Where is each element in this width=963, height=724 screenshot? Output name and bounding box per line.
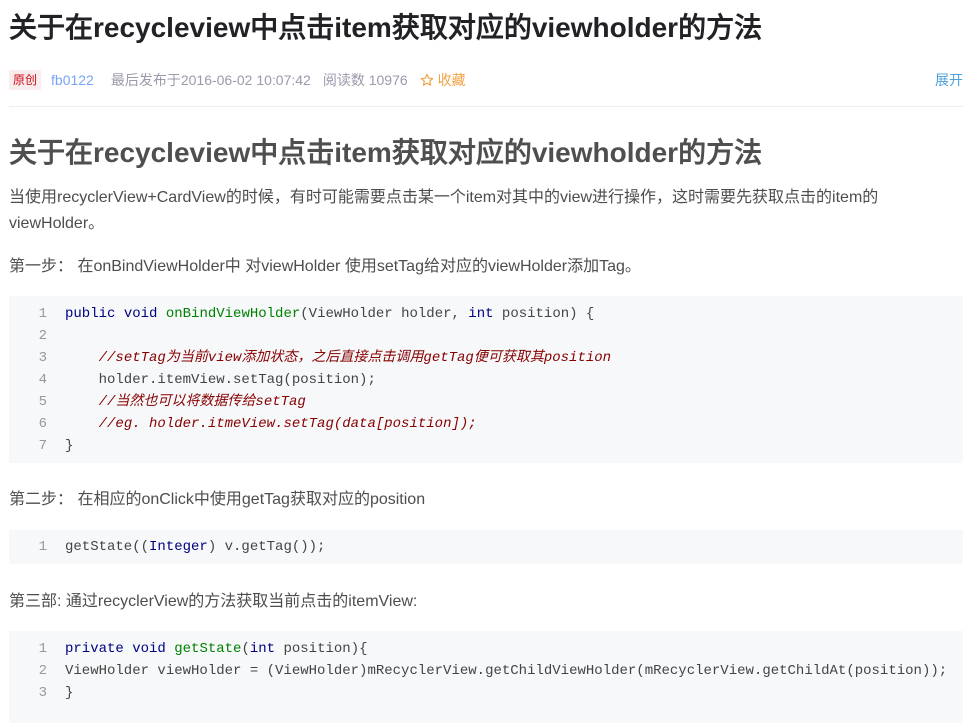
code-plain: ) v.getTag()); (207, 539, 326, 555)
code-comment: //eg. holder.itmeView.setTag(data[positi… (98, 416, 477, 432)
code-line: 5 //当然也可以将数据传给setTag (9, 391, 963, 413)
expand-button[interactable]: 展开 (935, 68, 963, 92)
code-plain: (ViewHolder holder, (300, 306, 469, 322)
publish-info: 最后发布于2016-06-02 10:07:42 (111, 68, 311, 92)
code-plain (124, 641, 132, 657)
code-line: 4 holder.itemView.setTag(position); (9, 369, 963, 391)
line-number: 4 (38, 372, 47, 388)
line-number: 2 (38, 328, 47, 344)
code-line: 2 (9, 325, 963, 347)
code-text: } (47, 682, 73, 704)
line-number: 1 (38, 641, 47, 657)
article-content: 关于在recycleview中点击item获取对应的viewholder的方法 … (9, 134, 963, 723)
code-plain: } (65, 685, 74, 701)
code-plain (65, 416, 99, 432)
code-text: public void onBindViewHolder(ViewHolder … (47, 303, 594, 325)
code-line: 3 //setTag为当前view添加状态，之后直接点击调用getTag便可获取… (9, 347, 963, 369)
code-line: 7} (9, 435, 963, 457)
code-block-1: 1 public void onBindViewHolder(ViewHolder… (9, 296, 963, 463)
publish-time: 2016-06-02 10:07:42 (180, 72, 311, 88)
line-number: 1 (38, 539, 47, 555)
code-function-name: onBindViewHolder (165, 306, 301, 322)
step-one-text: 第一步： 在onBindViewHolder中 对viewHolder 使用se… (9, 258, 641, 275)
code-keyword: void (132, 641, 166, 657)
code-plain: ( (241, 641, 250, 657)
code-line: 1 getState((Integer) v.getTag()); (9, 536, 963, 558)
step-three-text: 第三部: 通过recyclerView的方法获取当前点击的itemView: (9, 593, 418, 610)
publish-label: 最后发布于 (110, 72, 181, 88)
line-number: 5 (38, 394, 47, 410)
code-text: ViewHolder viewHolder = (ViewHolder)mRec… (47, 660, 947, 682)
code-plain: position){ (275, 641, 368, 657)
line-number: 3 (38, 685, 47, 701)
code-comment: //当然也可以将数据传给setTag (98, 394, 306, 410)
line-number: 3 (38, 350, 47, 366)
code-plain: holder.itemView.setTag(position); (65, 372, 376, 388)
read-count-value: 10976 (368, 72, 408, 88)
code-plain: position) { (493, 306, 595, 322)
line-number: 7 (38, 438, 47, 454)
code-plain: getState(( (65, 539, 150, 555)
code-line: 6 //eg. holder.itmeView.setTag(data[posi… (9, 413, 963, 435)
code-plain: ViewHolder viewHolder = (ViewHolder)mRec… (65, 663, 948, 679)
code-plain: } (65, 438, 74, 454)
code-function-name: getState (174, 641, 242, 657)
code-plain (115, 306, 123, 322)
collect-label: 收藏 (437, 72, 466, 88)
line-number: 2 (38, 663, 47, 679)
star-outline-icon (420, 73, 434, 87)
code-text: //eg. holder.itmeView.setTag(data[positi… (47, 413, 477, 435)
code-block-2: 1 getState((Integer) v.getTag()); (9, 530, 963, 564)
original-badge: 原创 (9, 70, 42, 90)
code-text: } (47, 435, 73, 457)
step-two-text: 第二步： 在相应的onClick中使用getTag获取对应的position (9, 491, 426, 508)
code-text: holder.itemView.setTag(position); (47, 369, 376, 391)
code-keyword: public (65, 306, 116, 322)
code-comment: //setTag为当前view添加状态，之后直接点击调用getTag便可获取其p… (98, 350, 612, 366)
code-plain (157, 306, 165, 322)
code-text: getState((Integer) v.getTag()); (47, 536, 325, 558)
code-plain (166, 641, 174, 657)
code-plain (65, 350, 99, 366)
code-line: 3} (9, 682, 963, 704)
article-title: 关于在recycleview中点击item获取对应的viewholder的方法 (9, 12, 763, 43)
code-plain (65, 394, 99, 410)
read-count-label: 阅读数 (322, 72, 365, 88)
article-meta-bar: 原创 fb0122 最后发布于2016-06-02 10:07:42 阅读数 1… (9, 68, 963, 107)
content-heading: 关于在recycleview中点击item获取对应的viewholder的方法 (9, 137, 763, 168)
code-text: //当然也可以将数据传给setTag (47, 391, 306, 413)
code-text: private void getState(int position){ (47, 638, 368, 660)
code-text: //setTag为当前view添加状态，之后直接点击调用getTag便可获取其p… (47, 347, 611, 369)
code-keyword: int (468, 306, 494, 322)
author-link[interactable]: fb0122 (51, 68, 94, 92)
code-keyword: Integer (149, 539, 208, 555)
read-count: 阅读数 10976 (323, 68, 408, 92)
code-keyword: void (123, 306, 158, 322)
line-number: 6 (38, 416, 47, 432)
collect-button[interactable]: 收藏 (420, 68, 466, 92)
code-keyword: int (249, 641, 276, 657)
code-block-3: 1 private void getState(int position){2 Vi… (9, 631, 963, 723)
code-line: 1 public void onBindViewHolder(ViewHolder… (9, 303, 963, 325)
code-line: 1 private void getState(int position){ (9, 638, 963, 660)
article-page: 关于在recycleview中点击item获取对应的viewholder的方法 … (0, 0, 963, 724)
code-keyword: private (65, 641, 124, 657)
intro-paragraph: 当使用recyclerView+CardView的时候，有时可能需要点击某一个i… (9, 189, 879, 232)
line-number: 1 (38, 306, 47, 322)
code-line: 2 ViewHolder viewHolder = (ViewHolder)mRe… (9, 660, 963, 682)
